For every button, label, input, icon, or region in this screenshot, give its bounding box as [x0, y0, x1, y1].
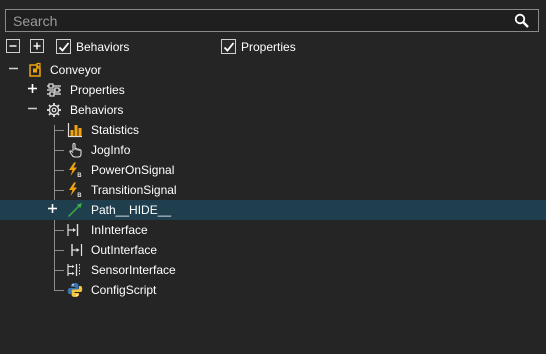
collapse-all-icon [9, 45, 17, 47]
collapse-node-icon[interactable] [8, 63, 19, 74]
tree-node-label: Path__HIDE__ [91, 203, 172, 217]
hand-pointer-icon [69, 142, 82, 158]
tree-node-label: TransitionSignal [91, 183, 177, 197]
behaviors-filter-label[interactable]: Behaviors [76, 40, 129, 54]
tree-node-conveyor[interactable]: Conveyor [0, 60, 546, 80]
expand-all-button[interactable] [30, 39, 44, 53]
sliders-icon [47, 83, 61, 97]
expand-node-icon[interactable] [47, 203, 58, 214]
sensor-interface-icon [67, 264, 80, 276]
tree-node-joginfo[interactable]: JogInfo [0, 140, 546, 160]
in-interface-icon [67, 224, 79, 236]
search-input[interactable] [6, 10, 506, 31]
checkmark-icon [223, 42, 235, 52]
svg-text:B: B [77, 193, 82, 198]
out-interface-icon [71, 244, 83, 256]
tree-node-label: Behaviors [70, 103, 124, 117]
search-icon[interactable] [514, 13, 530, 29]
bar-chart-icon [67, 123, 82, 138]
tree-node-label: InInterface [91, 223, 148, 237]
search-box[interactable] [5, 9, 539, 32]
tree-node-label: Conveyor [50, 63, 102, 77]
lightning-boolean-icon: B [69, 182, 82, 198]
collapse-all-button[interactable] [6, 39, 20, 53]
properties-checkbox[interactable] [221, 39, 236, 54]
tree-node-path-hide[interactable]: Path__HIDE__ [0, 200, 546, 220]
tree-node-label: Statistics [91, 123, 140, 137]
properties-filter-label[interactable]: Properties [241, 40, 296, 54]
tree-node-outinterface[interactable]: OutInterface [0, 240, 546, 260]
component-icon [29, 62, 41, 77]
tree-node-label: ConfigScript [91, 283, 157, 297]
expand-all-icon [33, 42, 41, 50]
svg-text:B: B [77, 173, 82, 178]
tree-node-configscript[interactable]: ConfigScript [0, 280, 546, 300]
tree-toolbar: Behaviors Properties [6, 39, 546, 55]
collapse-node-icon[interactable] [27, 103, 38, 114]
path-arrow-icon [68, 203, 82, 217]
tree-node-label: OutInterface [91, 243, 158, 257]
tree-node-sensorinterface[interactable]: SensorInterface [0, 260, 546, 280]
tree-node-label: Properties [70, 83, 125, 97]
gear-icon [47, 103, 61, 117]
tree-node-label: SensorInterface [91, 263, 176, 277]
tree-node-label: PowerOnSignal [91, 163, 175, 177]
tree-node-ininterface[interactable]: InInterface [0, 220, 546, 240]
tree-node-statistics[interactable]: Statistics [0, 120, 546, 140]
tree-node-properties[interactable]: Properties [0, 80, 546, 100]
tree-node-behaviors[interactable]: Behaviors [0, 100, 546, 120]
checkmark-icon [58, 42, 70, 52]
behaviors-checkbox[interactable] [56, 39, 71, 54]
tree-node-poweronsignal[interactable]: B PowerOnSignal [0, 160, 546, 180]
tree-node-label: JogInfo [91, 143, 131, 157]
expand-node-icon[interactable] [27, 83, 38, 94]
lightning-boolean-icon: B [69, 162, 82, 178]
tree-node-transitionsignal[interactable]: B TransitionSignal [0, 180, 546, 200]
python-icon [67, 283, 83, 297]
